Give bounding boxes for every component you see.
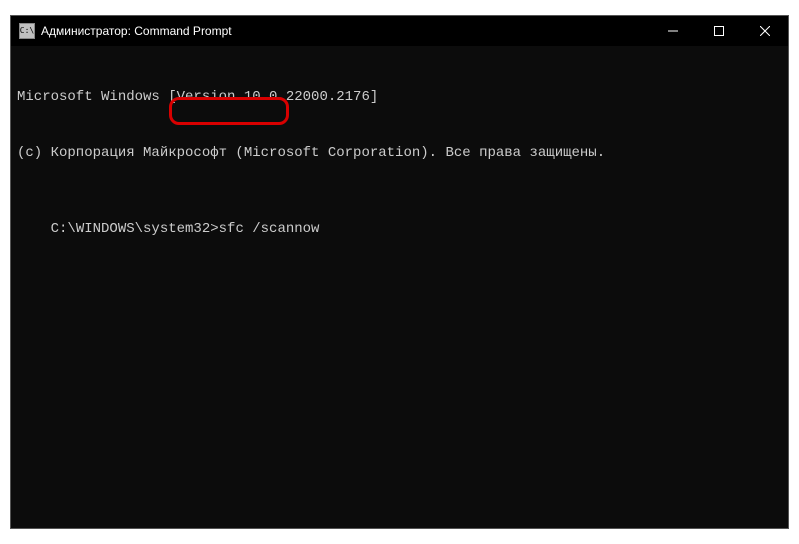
minimize-icon: [668, 26, 678, 36]
prompt-path: C:\WINDOWS\system32>: [51, 221, 219, 237]
copyright-line: (c) Корпорация Майкрософт (Microsoft Cor…: [17, 144, 782, 163]
minimize-button[interactable]: [650, 16, 696, 46]
close-button[interactable]: [742, 16, 788, 46]
terminal-area[interactable]: Microsoft Windows [Version 10.0.22000.21…: [11, 46, 788, 528]
prompt-line: C:\WINDOWS\system32>sfc /scannow: [51, 220, 320, 239]
maximize-button[interactable]: [696, 16, 742, 46]
maximize-icon: [714, 26, 724, 36]
window-controls: [650, 16, 788, 46]
command-input[interactable]: sfc /scannow: [219, 221, 320, 237]
window-title: Администратор: Command Prompt: [41, 24, 650, 38]
titlebar[interactable]: C:\ Администратор: Command Prompt: [11, 16, 788, 46]
version-line: Microsoft Windows [Version 10.0.22000.21…: [17, 88, 782, 107]
command-prompt-window: C:\ Администратор: Command Prompt Mi: [10, 15, 789, 529]
close-icon: [760, 26, 770, 36]
cmd-icon: C:\: [19, 23, 35, 39]
